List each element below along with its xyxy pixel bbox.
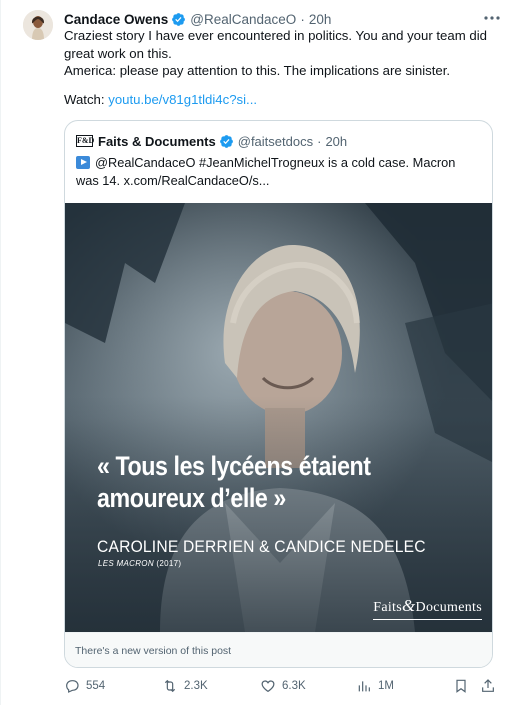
avatar[interactable]: [23, 10, 53, 40]
bookmark-button[interactable]: [453, 676, 475, 696]
watermark-part-a: Faits: [373, 600, 402, 615]
faits-documents-logo: F&D: [76, 135, 95, 147]
repost-button[interactable]: 2.3K: [162, 676, 208, 696]
watermark-ampersand: &: [402, 596, 416, 615]
quoted-author-name[interactable]: Faits & Documents: [98, 134, 216, 149]
views-button[interactable]: 1M: [356, 676, 394, 696]
like-button[interactable]: 6.3K: [260, 676, 306, 696]
image-source-year: (2017): [153, 559, 182, 568]
youtube-link[interactable]: youtu.be/v81g1tldi4c?si...: [108, 92, 257, 107]
faits-documents-watermark: Faits&Documents: [373, 596, 482, 620]
like-count: 6.3K: [282, 680, 306, 692]
quoted-author-handle[interactable]: @faitsetdocs: [238, 134, 313, 149]
views-chart-icon: [358, 681, 370, 692]
watch-label: Watch:: [64, 92, 109, 107]
verified-badge-icon: [171, 12, 186, 27]
quoted-header: F&D Faits & Documents @faitsetdocs · 20h: [76, 133, 482, 149]
view-count: 1M: [378, 680, 394, 692]
post-time[interactable]: 20h: [309, 12, 332, 27]
tweet: Candace Owens @RealCandaceO · 20h Crazie…: [0, 0, 518, 705]
watermark-part-b: Documents: [415, 600, 482, 615]
quoted-text-body: @RealCandaceO #JeanMichelTrogneux is a c…: [76, 155, 456, 188]
version-notice[interactable]: There's a new version of this post: [65, 632, 492, 667]
tweet-text: Craziest story I have ever encountered i…: [64, 27, 496, 80]
tweet-text-line2: America: please pay attention to this. T…: [64, 63, 451, 79]
repost-icon: [164, 679, 176, 693]
tweet-header: Candace Owens @RealCandaceO · 20h: [64, 10, 498, 28]
quoted-post[interactable]: F&D Faits & Documents @faitsetdocs · 20h…: [64, 120, 493, 668]
image-quote-line1: « Tous les lycéens étaient: [97, 451, 371, 481]
image-quote-line2: amoureux d’elle »: [97, 483, 286, 513]
verified-badge-icon: [219, 134, 234, 149]
play-emoji-icon: [76, 156, 90, 169]
quoted-post-time[interactable]: 20h: [325, 134, 347, 149]
action-bar: 554 2.3K 6.3K 1M: [64, 676, 504, 698]
quoted-image[interactable]: « Tous les lycéens étaient amoureux d’el…: [65, 203, 492, 632]
author-handle[interactable]: @RealCandaceO: [190, 12, 296, 27]
tweet-text-line1: Craziest story I have ever encountered i…: [64, 28, 487, 61]
quoted-text: @RealCandaceO #JeanMichelTrogneux is a c…: [76, 154, 480, 190]
quoted-separator: ·: [317, 133, 322, 149]
share-button[interactable]: [480, 676, 502, 696]
heart-icon: [261, 680, 275, 693]
image-source: LES MACRON (2017): [98, 559, 181, 568]
reply-count: 554: [86, 680, 106, 692]
reply-button[interactable]: 554: [64, 676, 105, 696]
more-icon[interactable]: [482, 11, 502, 25]
repost-count: 2.3K: [184, 680, 208, 692]
header-separator: ·: [300, 11, 305, 27]
image-authors: CAROLINE DERRIEN & CANDICE NEDELEC: [97, 537, 426, 556]
watch-line: Watch: youtu.be/v81g1tldi4c?si...: [64, 92, 257, 107]
author-name[interactable]: Candace Owens: [64, 12, 168, 27]
image-quote: « Tous les lycéens étaient amoureux d’el…: [97, 450, 371, 514]
reply-icon: [66, 680, 79, 693]
share-icon: [482, 679, 494, 692]
image-source-title: LES MACRON: [98, 559, 154, 568]
bookmark-icon: [456, 679, 466, 693]
